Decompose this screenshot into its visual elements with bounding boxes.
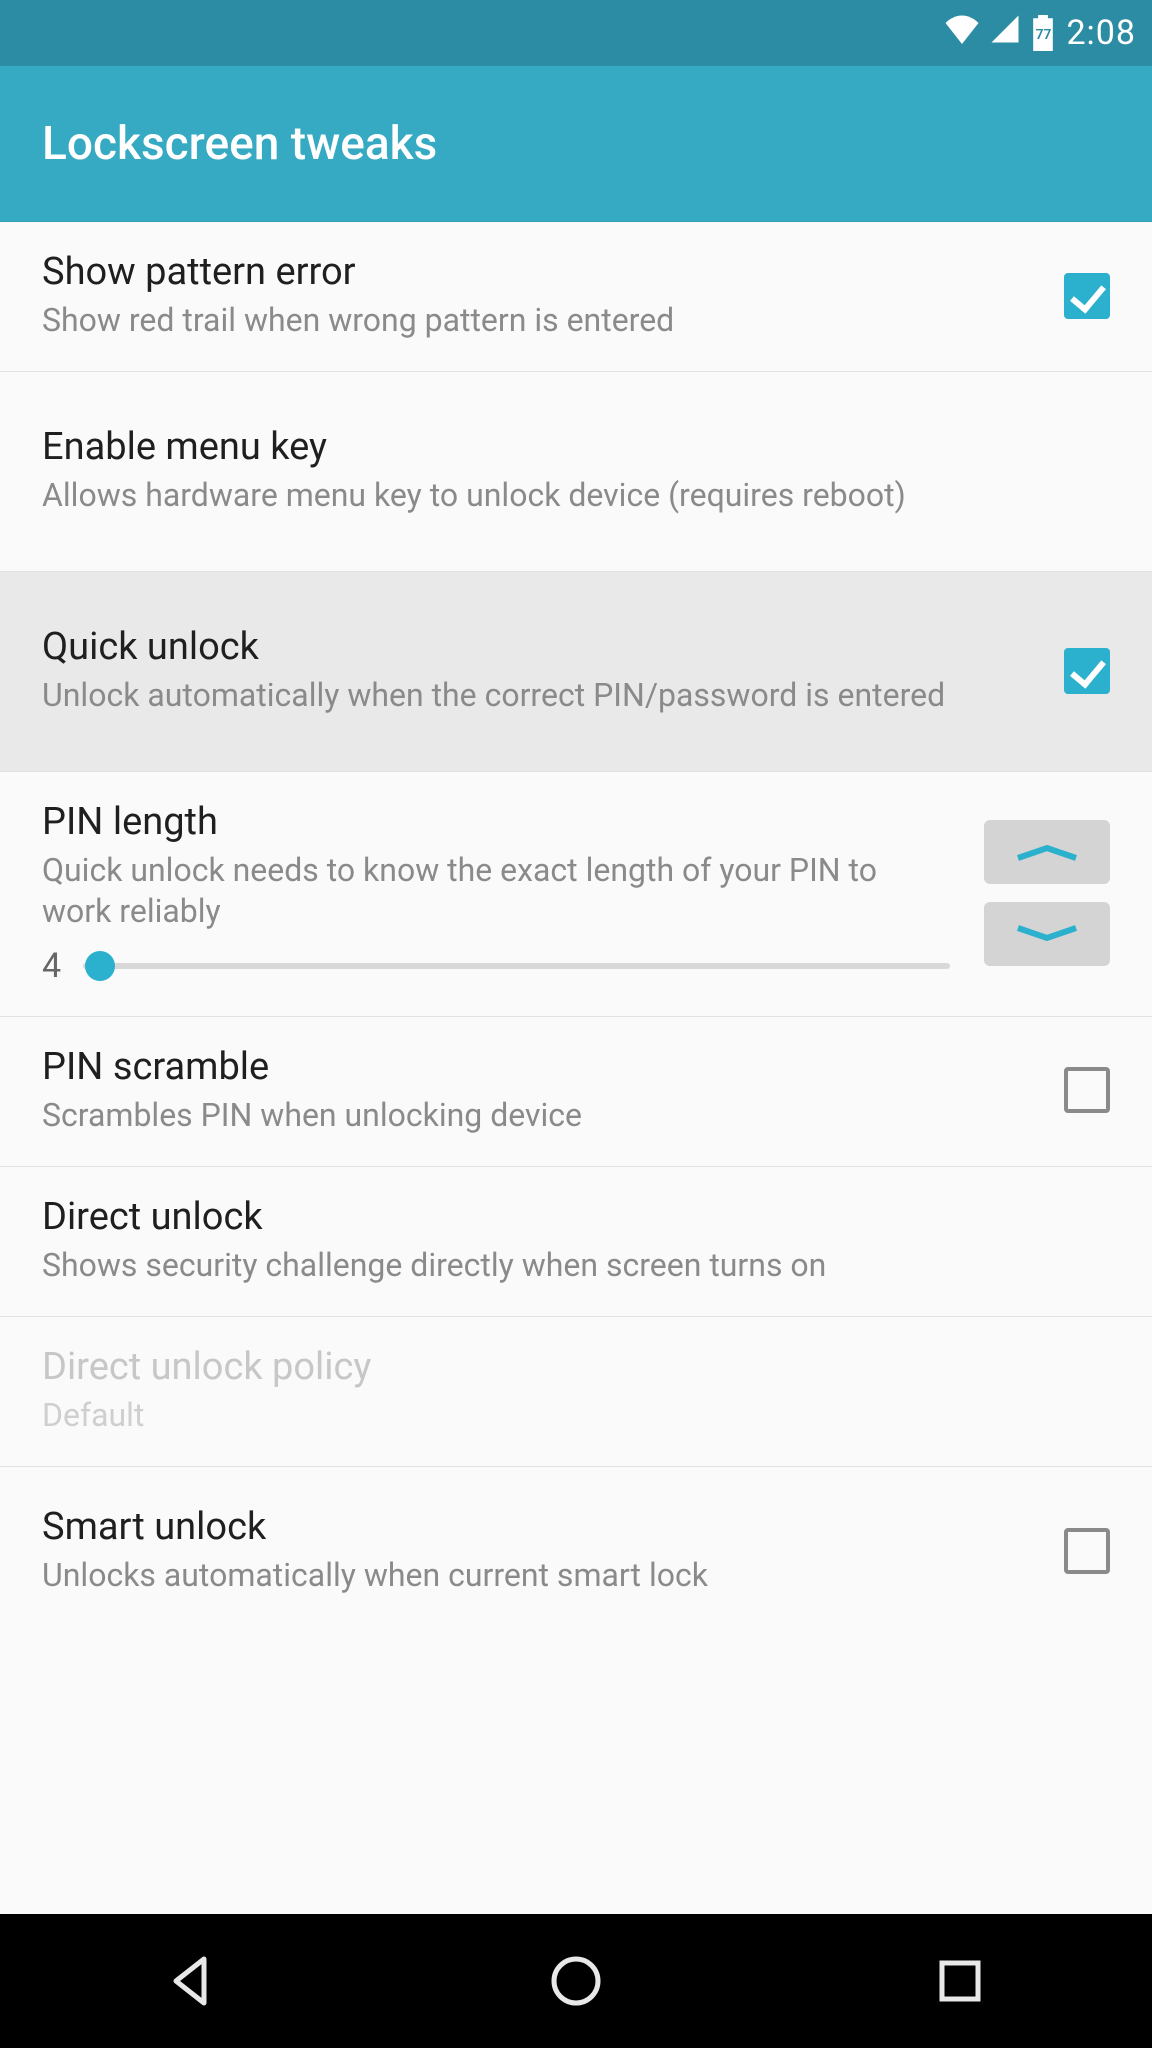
setting-pin-length[interactable]: PIN length Quick unlock needs to know th… xyxy=(0,772,1152,1017)
setting-title: Quick unlock xyxy=(42,625,1040,669)
setting-pin-scramble[interactable]: PIN scramble Scrambles PIN when unlockin… xyxy=(0,1017,1152,1167)
cell-signal-icon xyxy=(990,14,1020,52)
nav-back-button[interactable] xyxy=(157,1946,227,2016)
battery-percent: 77 xyxy=(1035,27,1051,43)
setting-title: PIN length xyxy=(42,800,950,844)
setting-direct-unlock[interactable]: Direct unlock Shows security challenge d… xyxy=(0,1167,1152,1317)
pin-length-increase-button[interactable] xyxy=(984,820,1110,884)
setting-title: PIN scramble xyxy=(42,1045,1040,1089)
setting-direct-unlock-policy: Direct unlock policy Default xyxy=(0,1317,1152,1467)
pin-length-value: 4 xyxy=(42,946,61,986)
navigation-bar xyxy=(0,1914,1152,2048)
setting-show-pattern-error[interactable]: Show pattern error Show red trail when w… xyxy=(0,222,1152,372)
status-bar: 77 2:08 xyxy=(0,0,1152,66)
pin-length-slider[interactable] xyxy=(83,963,950,969)
setting-subtitle: Allows hardware menu key to unlock devic… xyxy=(42,475,1110,516)
checkbox-show-pattern-error[interactable] xyxy=(1064,273,1110,319)
setting-subtitle: Quick unlock needs to know the exact len… xyxy=(42,850,950,932)
setting-title: Show pattern error xyxy=(42,250,1040,294)
checkbox-quick-unlock[interactable] xyxy=(1064,648,1110,694)
setting-smart-unlock[interactable]: Smart unlock Unlocks automatically when … xyxy=(0,1467,1152,1617)
status-clock: 2:08 xyxy=(1066,13,1136,53)
setting-title: Enable menu key xyxy=(42,425,1110,469)
battery-icon: 77 xyxy=(1030,15,1056,51)
setting-quick-unlock[interactable]: Quick unlock Unlock automatically when t… xyxy=(0,572,1152,772)
setting-title: Smart unlock xyxy=(42,1505,1040,1549)
setting-enable-menu-key[interactable]: Enable menu key Allows hardware menu key… xyxy=(0,372,1152,572)
app-bar: Lockscreen tweaks xyxy=(0,66,1152,222)
checkbox-smart-unlock[interactable] xyxy=(1064,1528,1110,1574)
setting-subtitle: Unlock automatically when the correct PI… xyxy=(42,675,1040,716)
setting-title: Direct unlock xyxy=(42,1195,1110,1239)
setting-subtitle: Default xyxy=(42,1395,1110,1436)
setting-title: Direct unlock policy xyxy=(42,1345,1110,1389)
page-title: Lockscreen tweaks xyxy=(42,117,437,171)
wifi-icon xyxy=(944,14,980,52)
setting-subtitle: Show red trail when wrong pattern is ent… xyxy=(42,300,1040,341)
setting-subtitle: Unlocks automatically when current smart… xyxy=(42,1555,1040,1596)
settings-list[interactable]: Show pattern error Show red trail when w… xyxy=(0,222,1152,1914)
nav-home-button[interactable] xyxy=(541,1946,611,2016)
pin-length-decrease-button[interactable] xyxy=(984,902,1110,966)
slider-thumb[interactable] xyxy=(85,951,115,981)
checkbox-pin-scramble[interactable] xyxy=(1064,1067,1110,1113)
nav-recent-button[interactable] xyxy=(925,1946,995,2016)
setting-subtitle: Shows security challenge directly when s… xyxy=(42,1245,1110,1286)
setting-subtitle: Scrambles PIN when unlocking device xyxy=(42,1095,1040,1136)
